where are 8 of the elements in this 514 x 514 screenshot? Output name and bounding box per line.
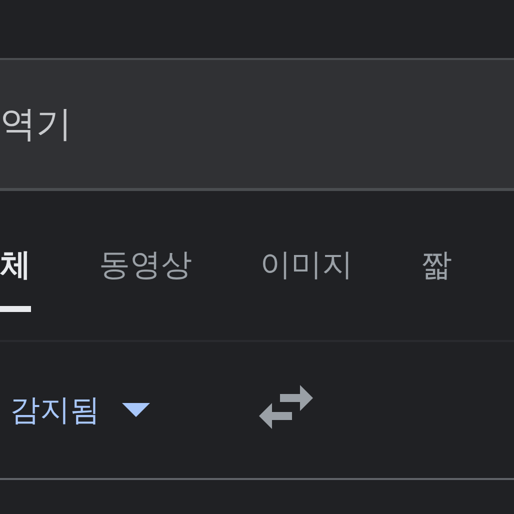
search-field[interactable]: 역기	[0, 58, 514, 191]
swap-icon[interactable]	[258, 385, 314, 429]
tab[interactable]: 이미지	[260, 244, 353, 312]
tab[interactable]: 동영상	[99, 244, 192, 312]
tab[interactable]: 짧	[421, 244, 452, 312]
tab[interactable]: 체	[0, 244, 31, 312]
language-dropdown[interactable]: 감지됨	[10, 390, 150, 430]
caret-icon	[122, 403, 150, 417]
